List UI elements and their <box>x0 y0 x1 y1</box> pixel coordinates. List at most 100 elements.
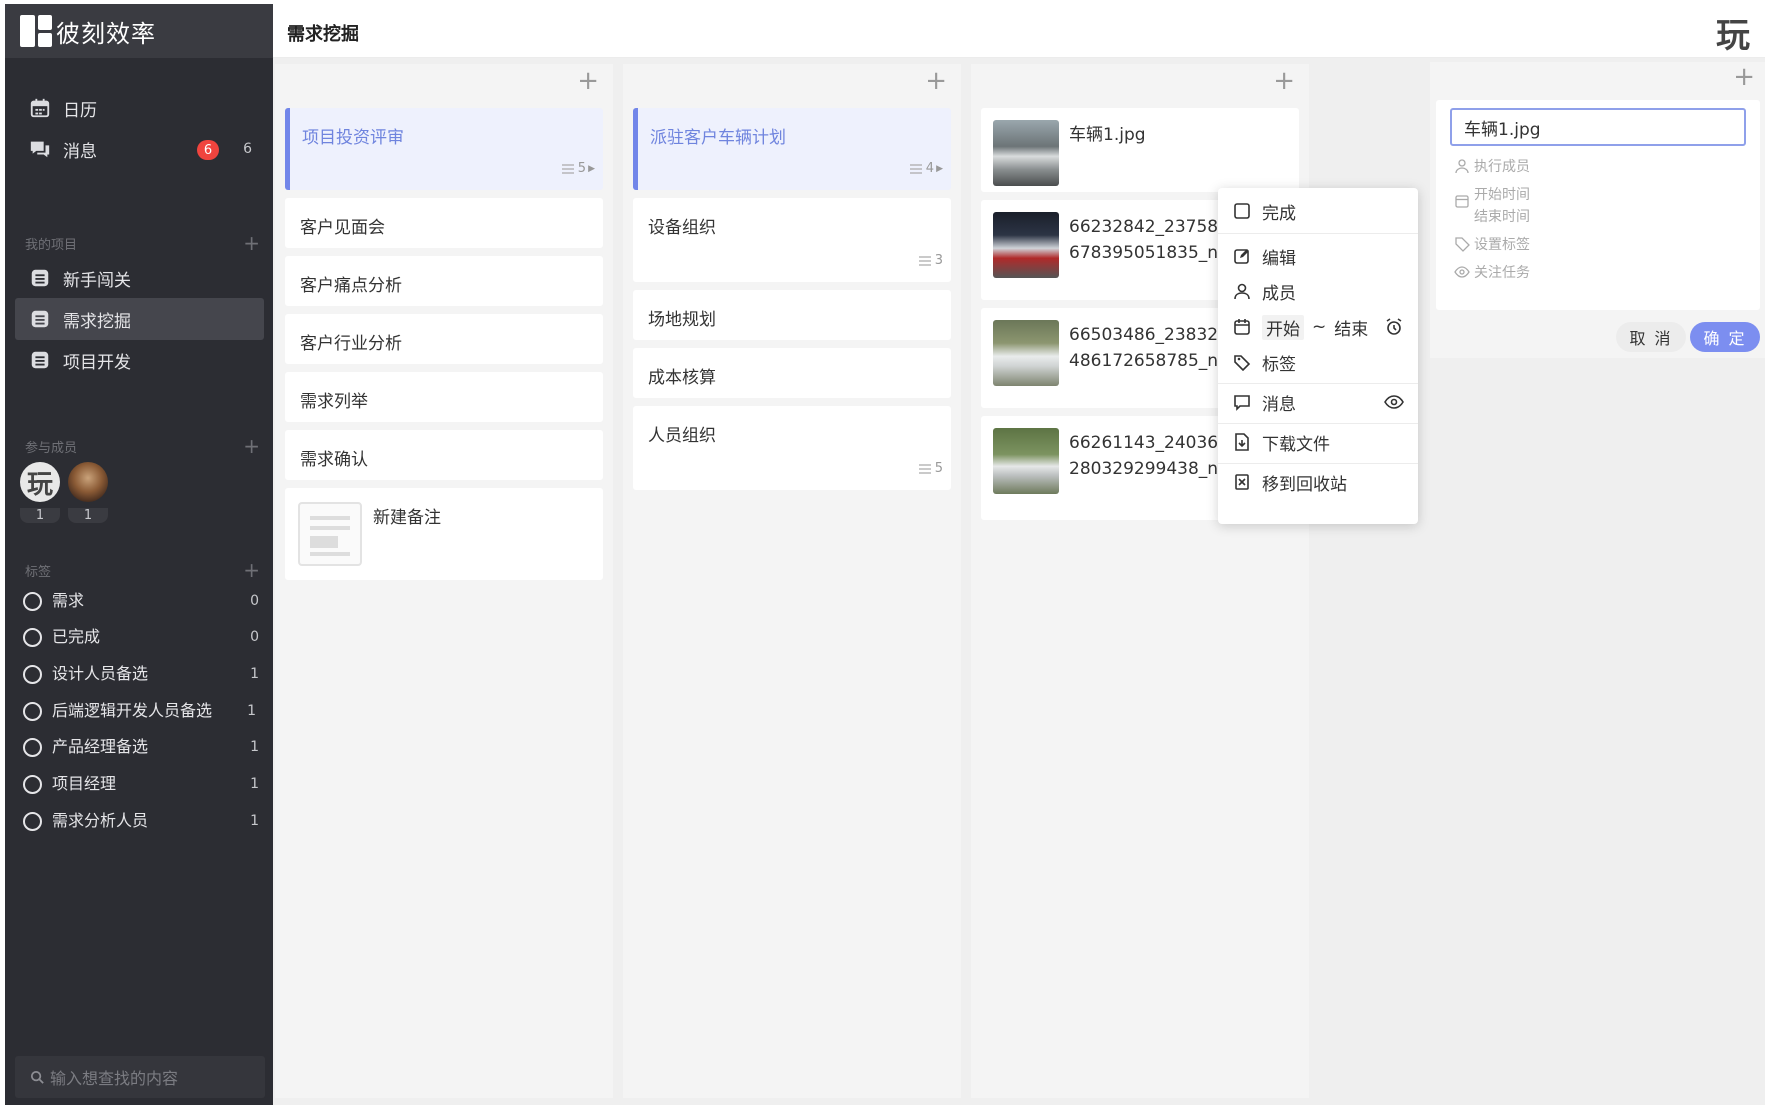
confirm-button[interactable]: 确 定 <box>1690 322 1760 352</box>
note-card[interactable]: 新建备注 <box>285 488 603 580</box>
members-section-title: 参与成员 + <box>25 434 260 458</box>
menu-label: 完成 <box>1262 203 1296 224</box>
tag-item[interactable]: 已完成 0 <box>23 626 259 648</box>
subtask-number: 4 <box>925 161 935 176</box>
add-card-button[interactable]: + <box>1273 66 1295 96</box>
list-icon <box>918 255 931 266</box>
project-item-newbie[interactable]: 新手闯关 <box>15 257 264 299</box>
user-avatar[interactable]: 玩 <box>1711 10 1755 56</box>
date-separator: ~ <box>1312 317 1327 337</box>
menu-item-schedule[interactable]: 开始 ~ 结束 <box>1218 309 1418 345</box>
nav-item-calendar[interactable]: 日历 <box>15 87 264 129</box>
tag-item[interactable]: 项目经理 1 <box>23 773 259 795</box>
add-card-button[interactable]: + <box>925 66 947 96</box>
follow-label: 关注任务 <box>1474 265 1530 281</box>
task-name-input[interactable]: 车辆1.jpg <box>1450 108 1746 146</box>
list-icon <box>909 163 922 174</box>
detail-card: 车辆1.jpg 执行成员 开始时间 结束时间 设置标签 关注任务 <box>1436 100 1760 310</box>
context-menu: 完成 编辑 成员 开始 ~ 结束 标签 消息 下载文件 移到回收站 <box>1218 188 1418 524</box>
card[interactable]: 成本核算 <box>633 348 951 398</box>
project-item-development[interactable]: 项目开发 <box>15 339 264 381</box>
alarm-icon[interactable] <box>1384 317 1404 337</box>
card[interactable]: 客户痛点分析 <box>285 256 603 306</box>
file-card[interactable]: 车辆1.jpg <box>981 108 1299 192</box>
card[interactable]: 需求确认 <box>285 430 603 480</box>
tag-circle-icon <box>23 701 42 721</box>
tag-item[interactable]: 设计人员备选 1 <box>23 663 259 685</box>
assignee-field[interactable]: 执行成员 <box>1454 156 1530 176</box>
tag-item[interactable]: 需求分析人员 1 <box>23 810 259 832</box>
tag-circle-icon <box>23 811 42 831</box>
menu-item-members[interactable]: 成员 <box>1218 273 1418 309</box>
menu-label: 移到回收站 <box>1262 474 1347 495</box>
end-date-button[interactable]: 结束 <box>1334 315 1368 340</box>
board-column: + 项目投资评审 5 ▶ 客户见面会 客户痛点分析 客户行业分析 需求列举 需求确… <box>275 64 613 1098</box>
menu-item-tags[interactable]: 标签 <box>1218 344 1418 380</box>
member-task-count: 1 <box>68 508 108 523</box>
menu-item-complete[interactable]: 完成 <box>1218 193 1418 229</box>
time-field[interactable]: 开始时间 结束时间 <box>1454 184 1530 228</box>
card[interactable]: 客户行业分析 <box>285 314 603 364</box>
add-card-button[interactable]: + <box>1733 62 1755 92</box>
list-icon <box>918 463 931 474</box>
card[interactable]: 设备组织 3 <box>633 198 951 282</box>
section-label: 我的项目 <box>25 238 78 253</box>
tag-item[interactable]: 产品经理备选 1 <box>23 736 259 758</box>
member-avatar[interactable]: 玩 <box>20 462 60 502</box>
edit-icon <box>1232 246 1252 266</box>
card-highlighted[interactable]: 项目投资评审 5 ▶ <box>285 108 603 190</box>
menu-label: 编辑 <box>1262 248 1296 269</box>
card[interactable]: 客户见面会 <box>285 198 603 248</box>
tag-circle-icon <box>23 664 42 684</box>
menu-item-messages[interactable]: 消息 <box>1218 384 1418 420</box>
card[interactable]: 人员组织 5 <box>633 406 951 490</box>
card-title: 客户痛点分析 <box>300 276 402 296</box>
tag-label: 产品经理备选 <box>52 737 149 756</box>
menu-item-edit[interactable]: 编辑 <box>1218 238 1418 274</box>
project-item-requirements[interactable]: 需求挖掘 <box>15 298 264 340</box>
follow-field[interactable]: 关注任务 <box>1454 262 1530 282</box>
checkbox-icon <box>1232 201 1252 221</box>
start-time-label[interactable]: 开始时间 <box>1474 184 1530 206</box>
card[interactable]: 需求列举 <box>285 372 603 422</box>
tag-item[interactable]: 需求 0 <box>23 590 259 612</box>
download-file-icon <box>1232 432 1252 452</box>
menu-item-download[interactable]: 下载文件 <box>1218 424 1418 460</box>
user-icon <box>1455 159 1469 174</box>
trash-icon <box>1232 472 1252 492</box>
tag-field[interactable]: 设置标签 <box>1454 234 1530 254</box>
assignee-label: 执行成员 <box>1474 159 1530 175</box>
subtask-number: 5 <box>577 161 587 176</box>
start-date-button[interactable]: 开始 <box>1262 314 1304 340</box>
brand: 彼刻效率 <box>5 4 273 58</box>
cancel-button[interactable]: 取 消 <box>1616 322 1686 352</box>
car-photo-thumbnail <box>993 320 1059 386</box>
add-member-button[interactable]: + <box>243 434 260 458</box>
eye-icon[interactable] <box>1384 392 1404 412</box>
add-card-button[interactable]: + <box>577 66 599 96</box>
menu-item-trash[interactable]: 移到回收站 <box>1218 464 1418 500</box>
section-label: 标签 <box>25 565 52 580</box>
tag-label: 需求分析人员 <box>52 811 149 830</box>
tag-item[interactable]: 后端逻辑开发人员备选 1 <box>23 688 259 734</box>
card-title: 人员组织 <box>648 426 716 446</box>
card-title: 设备组织 <box>648 218 716 238</box>
subtask-count: 3 <box>918 253 943 268</box>
tags-section-title: 标签 + <box>25 558 260 582</box>
add-tag-button[interactable]: + <box>243 558 260 582</box>
car-photo-thumbnail <box>993 212 1059 278</box>
tag-label: 项目经理 <box>52 774 117 793</box>
member-photo-avatar[interactable] <box>68 462 108 502</box>
card[interactable]: 场地规划 <box>633 290 951 340</box>
unread-badge: 6 <box>197 140 219 160</box>
add-project-button[interactable]: + <box>243 231 260 255</box>
tag-label: 需求 <box>52 591 85 610</box>
search-input[interactable]: 输入想查找的内容 <box>15 1056 265 1098</box>
car-photo-thumbnail <box>993 120 1059 186</box>
file-name: 车辆1.jpg <box>1069 125 1146 145</box>
time-labels: 开始时间 结束时间 <box>1474 184 1530 228</box>
card-highlighted[interactable]: 派驻客户车辆计划 4 ▶ <box>633 108 951 190</box>
nav-item-messages[interactable]: 消息 6 6 <box>15 128 264 170</box>
end-time-label[interactable]: 结束时间 <box>1474 206 1530 228</box>
tag-count: 1 <box>250 739 259 755</box>
